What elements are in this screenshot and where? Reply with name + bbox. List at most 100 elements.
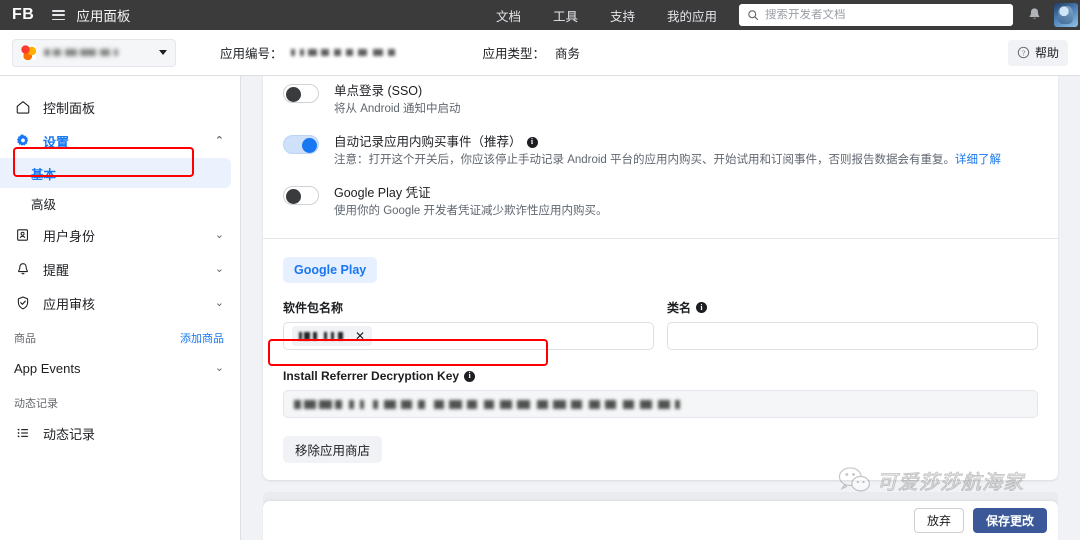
sidebar-item-advanced[interactable]: 高级 xyxy=(0,188,240,218)
gear-icon xyxy=(14,133,32,149)
sidebar-section-label: 动态记录 xyxy=(14,398,58,410)
id-card-icon xyxy=(14,227,32,243)
discard-button[interactable]: 放弃 xyxy=(913,508,964,533)
brand-logo[interactable]: FB xyxy=(12,6,34,24)
settings-card: 单点登录 (SSO) 将从 Android 通知中启动 自动记录应用内购买事件（… xyxy=(263,76,1058,480)
app-type-value: 商务 xyxy=(555,47,581,61)
app-type-label: 应用类型： xyxy=(482,47,546,61)
chevron-down-icon: ⌄ xyxy=(214,296,224,309)
app-name-redacted xyxy=(44,49,118,56)
package-name-token-text xyxy=(299,332,343,340)
app-subheader: 应用编号： 应用类型： 商务 ? 帮助 xyxy=(0,30,1080,76)
info-icon[interactable]: i xyxy=(464,370,476,382)
add-product-link[interactable]: 添加商品 xyxy=(180,330,224,346)
nav-link-my-apps[interactable]: 我的应用 xyxy=(651,6,733,25)
home-icon xyxy=(14,99,32,115)
chevron-down-icon: ⌄ xyxy=(214,361,224,374)
nav-link-tools[interactable]: 工具 xyxy=(537,6,594,25)
sidebar-section-products: 商品 添加商品 xyxy=(0,320,240,351)
toggle-row-auto-log-purchase: 自动记录应用内购买事件（推荐） i 注意：打开这个开关后，你应该停止手动记录 A… xyxy=(283,129,1038,173)
sidebar-subitem-label: 基本 xyxy=(31,167,57,182)
google-play-credentials-label: Google Play 凭证 xyxy=(334,186,431,200)
sso-toggle-desc: 将从 Android 通知中启动 xyxy=(334,103,461,115)
google-play-credentials-toggle[interactable] xyxy=(283,186,319,205)
help-button-label: 帮助 xyxy=(1034,46,1059,60)
platform-section: Google Play 软件包名称 ✕ 类名 i Install Referre… xyxy=(263,239,1058,436)
app-selector-dropdown[interactable] xyxy=(12,38,176,67)
hamburger-icon[interactable] xyxy=(52,10,66,20)
package-name-label: 软件包名称 xyxy=(283,301,344,315)
question-mark-icon: ? xyxy=(1017,46,1030,59)
page-body: 控制面板 设置 ⌃ 基本 高级 用户身份 ⌄ 提醒 ⌄ 应用审核 ⌄ 商品 添加… xyxy=(0,76,1080,540)
avatar[interactable] xyxy=(1054,3,1078,27)
top-navigation-bar: FB 应用面板 文档 工具 支持 我的应用 xyxy=(0,0,1080,30)
remove-store-row: 移除应用商店 xyxy=(263,436,1058,480)
top-nav-right-group: 文档 工具 支持 我的应用 xyxy=(480,0,1080,30)
svg-text:?: ? xyxy=(1022,48,1025,57)
list-icon xyxy=(14,425,32,441)
search-input[interactable] xyxy=(765,9,1005,21)
sidebar-section-label: 商品 xyxy=(14,333,36,345)
nav-link-docs[interactable]: 文档 xyxy=(480,6,537,25)
chevron-down-icon: ⌄ xyxy=(214,228,224,241)
sidebar-subitem-label: 高级 xyxy=(31,197,57,212)
bell-icon xyxy=(14,261,32,277)
class-name-input[interactable] xyxy=(667,322,1038,350)
sidebar-item-settings[interactable]: 设置 ⌃ xyxy=(0,124,240,158)
toggle-row-sso: 单点登录 (SSO) 将从 Android 通知中启动 xyxy=(283,78,1038,122)
info-icon[interactable]: i xyxy=(696,302,708,313)
search-box[interactable] xyxy=(739,4,1013,26)
sidebar-item-app-events[interactable]: App Events ⌄ xyxy=(0,351,240,385)
google-play-credentials-desc: 使用你的 Google 开发者凭证减少欺诈性应用内购买。 xyxy=(334,205,608,217)
sidebar-item-alerts[interactable]: 提醒 ⌄ xyxy=(0,252,240,286)
toggle-row-google-play-credentials: Google Play 凭证 使用你的 Google 开发者凭证减少欺诈性应用内… xyxy=(283,180,1038,224)
app-logo-icon xyxy=(21,45,36,60)
sidebar-item-label: 控制面板 xyxy=(43,100,96,116)
auto-log-purchase-desc: 注意：打开这个开关后，你应该停止手动记录 Android 平台的应用内购买、开始… xyxy=(334,154,956,166)
tab-google-play[interactable]: Google Play xyxy=(283,257,378,283)
package-name-input[interactable]: ✕ xyxy=(283,322,654,350)
page-title: 应用面板 xyxy=(76,9,131,24)
close-icon[interactable]: ✕ xyxy=(355,330,365,342)
install-referrer-key-input[interactable] xyxy=(283,390,1038,418)
sidebar-item-label: 提醒 xyxy=(43,262,70,278)
sidebar-item-app-review[interactable]: 应用审核 ⌄ xyxy=(0,286,240,320)
nav-link-support[interactable]: 支持 xyxy=(594,6,651,25)
package-name-field-group: 软件包名称 ✕ xyxy=(283,299,654,350)
chevron-down-icon: ⌄ xyxy=(214,262,224,275)
bell-icon[interactable] xyxy=(1027,7,1042,23)
install-referrer-key-label-group: Install Referrer Decryption Key i xyxy=(283,369,1038,383)
sidebar-item-label: 用户身份 xyxy=(43,228,96,244)
app-id-value-redacted xyxy=(290,49,395,56)
package-name-token: ✕ xyxy=(292,326,373,346)
save-bar: 放弃 保存更改 xyxy=(263,501,1058,540)
auto-log-purchase-label: 自动记录应用内购买事件（推荐） xyxy=(334,135,522,149)
sso-toggle[interactable] xyxy=(283,84,319,103)
sidebar-item-label: 应用审核 xyxy=(43,296,96,312)
save-changes-button[interactable]: 保存更改 xyxy=(972,508,1047,533)
sidebar-item-user-identity[interactable]: 用户身份 ⌄ xyxy=(0,218,240,252)
install-referrer-key-value-redacted xyxy=(294,399,680,409)
toggle-section: 单点登录 (SSO) 将从 Android 通知中启动 自动记录应用内购买事件（… xyxy=(263,76,1058,238)
platform-fields: 软件包名称 ✕ 类名 i xyxy=(283,299,1038,350)
remove-app-store-button[interactable]: 移除应用商店 xyxy=(283,436,383,463)
sidebar-item-activity-log[interactable]: 动态记录 xyxy=(0,416,240,450)
app-id-label: 应用编号： xyxy=(220,47,283,61)
chevron-up-icon: ⌃ xyxy=(214,134,224,147)
sidebar-item-label: 动态记录 xyxy=(43,426,96,442)
sidebar-section-activity-log: 动态记录 xyxy=(0,385,240,416)
info-icon[interactable]: i xyxy=(526,136,538,148)
chevron-down-icon xyxy=(159,50,167,55)
help-button[interactable]: ? 帮助 xyxy=(1007,39,1068,66)
class-name-label: 类名 xyxy=(667,301,692,315)
auto-log-purchase-toggle[interactable] xyxy=(283,135,319,154)
install-referrer-key-label: Install Referrer Decryption Key xyxy=(283,369,460,383)
sidebar: 控制面板 设置 ⌃ 基本 高级 用户身份 ⌄ 提醒 ⌄ 应用审核 ⌄ 商品 添加… xyxy=(0,76,241,540)
search-icon xyxy=(748,10,759,21)
class-name-field-group: 类名 i xyxy=(667,299,1038,350)
sidebar-item-dashboard[interactable]: 控制面板 xyxy=(0,90,240,124)
app-type-group: 应用类型： 商务 xyxy=(483,43,581,62)
learn-more-link[interactable]: 详细了解 xyxy=(955,154,1001,166)
app-id-group: 应用编号： xyxy=(220,43,395,62)
sidebar-item-basic[interactable]: 基本 xyxy=(0,158,231,188)
